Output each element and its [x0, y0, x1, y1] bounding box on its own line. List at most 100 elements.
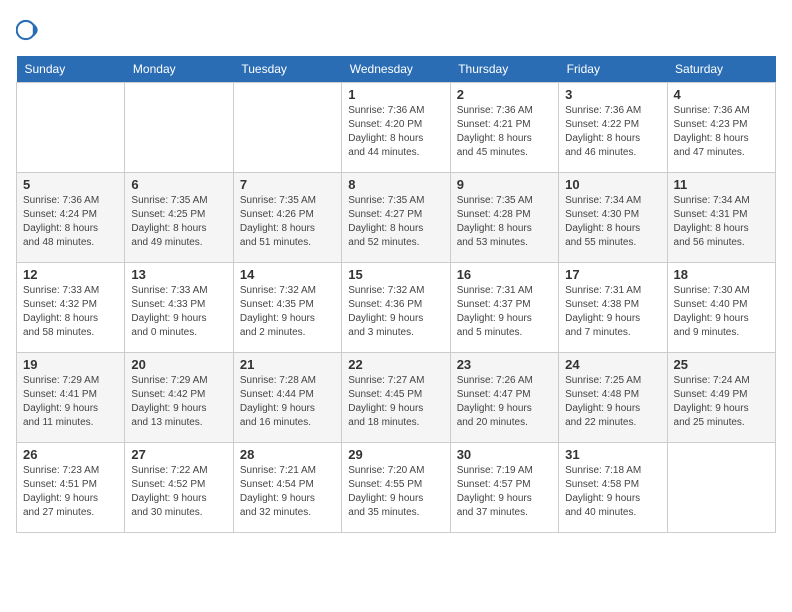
calendar-week-row: 19 Sunrise: 7:29 AM Sunset: 4:41 PM Dayli…: [17, 353, 776, 443]
day-detail: Sunrise: 7:21 AM Sunset: 4:54 PM Dayligh…: [240, 464, 335, 520]
day-detail: Sunrise: 7:34 AM Sunset: 4:31 PM Dayligh…: [674, 194, 769, 250]
calendar-day-cell: 15 Sunrise: 7:32 AM Sunset: 4:36 PM Dayli…: [342, 263, 450, 353]
calendar-day-cell: 30Sunrise: 7:19 AM Sunset: 4:57 PM Dayli…: [450, 443, 558, 533]
day-number: 27: [131, 447, 226, 462]
calendar-day-cell: 1Sunrise: 7:36 AM Sunset: 4:20 PM Daylig…: [342, 83, 450, 173]
day-number: 24: [565, 357, 660, 372]
calendar-week-row: 12 Sunrise: 7:33 AM Sunset: 4:32 PM Dayli…: [17, 263, 776, 353]
day-number: 16: [457, 267, 552, 282]
day-number: 31: [565, 447, 660, 462]
day-detail: Sunrise: 7:35 AM Sunset: 4:28 PM Dayligh…: [457, 194, 552, 250]
day-number: 12: [23, 267, 118, 282]
day-number: 20: [131, 357, 226, 372]
calendar-day-cell: 6 Sunrise: 7:35 AM Sunset: 4:25 PM Daylig…: [125, 173, 233, 263]
calendar-day-cell: 22 Sunrise: 7:27 AM Sunset: 4:45 PM Dayli…: [342, 353, 450, 443]
column-header-thursday: Thursday: [450, 56, 558, 83]
calendar-day-cell: 16 Sunrise: 7:31 AM Sunset: 4:37 PM Dayli…: [450, 263, 558, 353]
day-number: 19: [23, 357, 118, 372]
calendar-day-cell: 27Sunrise: 7:22 AM Sunset: 4:52 PM Dayli…: [125, 443, 233, 533]
day-number: 23: [457, 357, 552, 372]
calendar-day-cell: 7 Sunrise: 7:35 AM Sunset: 4:26 PM Daylig…: [233, 173, 341, 263]
calendar-day-cell: 21 Sunrise: 7:28 AM Sunset: 4:44 PM Dayli…: [233, 353, 341, 443]
calendar-day-cell: 10Sunrise: 7:34 AM Sunset: 4:30 PM Dayli…: [559, 173, 667, 263]
calendar-header-row: SundayMondayTuesdayWednesdayThursdayFrid…: [17, 56, 776, 83]
day-number: 1: [348, 87, 443, 102]
day-number: 4: [674, 87, 769, 102]
calendar-day-cell: 26Sunrise: 7:23 AM Sunset: 4:51 PM Dayli…: [17, 443, 125, 533]
day-number: 22: [348, 357, 443, 372]
day-detail: Sunrise: 7:27 AM Sunset: 4:45 PM Dayligh…: [348, 374, 443, 430]
day-number: 8: [348, 177, 443, 192]
day-number: 11: [674, 177, 769, 192]
calendar-day-cell: 2 Sunrise: 7:36 AM Sunset: 4:21 PM Daylig…: [450, 83, 558, 173]
logo: [16, 16, 48, 44]
day-number: 13: [131, 267, 226, 282]
day-detail: Sunrise: 7:32 AM Sunset: 4:35 PM Dayligh…: [240, 284, 335, 340]
day-number: 3: [565, 87, 660, 102]
day-detail: Sunrise: 7:36 AM Sunset: 4:22 PM Dayligh…: [565, 104, 660, 160]
day-number: 17: [565, 267, 660, 282]
empty-cell: [233, 83, 341, 173]
day-detail: Sunrise: 7:35 AM Sunset: 4:25 PM Dayligh…: [131, 194, 226, 250]
calendar-day-cell: 8 Sunrise: 7:35 AM Sunset: 4:27 PM Daylig…: [342, 173, 450, 263]
day-detail: Sunrise: 7:19 AM Sunset: 4:57 PM Dayligh…: [457, 464, 552, 520]
calendar-day-cell: 19 Sunrise: 7:29 AM Sunset: 4:41 PM Dayli…: [17, 353, 125, 443]
calendar-day-cell: 13 Sunrise: 7:33 AM Sunset: 4:33 PM Dayli…: [125, 263, 233, 353]
calendar-day-cell: 31 Sunrise: 7:18 AM Sunset: 4:58 PM Dayli…: [559, 443, 667, 533]
day-detail: Sunrise: 7:33 AM Sunset: 4:32 PM Dayligh…: [23, 284, 118, 340]
day-number: 7: [240, 177, 335, 192]
day-detail: Sunrise: 7:29 AM Sunset: 4:41 PM Dayligh…: [23, 374, 118, 430]
day-detail: Sunrise: 7:36 AM Sunset: 4:24 PM Dayligh…: [23, 194, 118, 250]
column-header-tuesday: Tuesday: [233, 56, 341, 83]
day-number: 29: [348, 447, 443, 462]
day-number: 9: [457, 177, 552, 192]
empty-cell: [17, 83, 125, 173]
calendar-day-cell: 24Sunrise: 7:25 AM Sunset: 4:48 PM Dayli…: [559, 353, 667, 443]
day-number: 26: [23, 447, 118, 462]
page-header: [16, 16, 776, 44]
calendar-day-cell: 23 Sunrise: 7:26 AM Sunset: 4:47 PM Dayli…: [450, 353, 558, 443]
day-detail: Sunrise: 7:24 AM Sunset: 4:49 PM Dayligh…: [674, 374, 769, 430]
calendar-week-row: 5Sunrise: 7:36 AM Sunset: 4:24 PM Daylig…: [17, 173, 776, 263]
calendar-day-cell: 9 Sunrise: 7:35 AM Sunset: 4:28 PM Daylig…: [450, 173, 558, 263]
column-header-friday: Friday: [559, 56, 667, 83]
day-detail: Sunrise: 7:35 AM Sunset: 4:26 PM Dayligh…: [240, 194, 335, 250]
day-number: 28: [240, 447, 335, 462]
calendar-day-cell: 17 Sunrise: 7:31 AM Sunset: 4:38 PM Dayli…: [559, 263, 667, 353]
day-detail: Sunrise: 7:26 AM Sunset: 4:47 PM Dayligh…: [457, 374, 552, 430]
day-number: 25: [674, 357, 769, 372]
calendar-day-cell: 3 Sunrise: 7:36 AM Sunset: 4:22 PM Daylig…: [559, 83, 667, 173]
calendar-day-cell: 4 Sunrise: 7:36 AM Sunset: 4:23 PM Daylig…: [667, 83, 775, 173]
column-header-monday: Monday: [125, 56, 233, 83]
empty-cell: [667, 443, 775, 533]
day-detail: Sunrise: 7:20 AM Sunset: 4:55 PM Dayligh…: [348, 464, 443, 520]
logo-icon: [16, 16, 44, 44]
calendar-table: SundayMondayTuesdayWednesdayThursdayFrid…: [16, 56, 776, 533]
day-detail: Sunrise: 7:18 AM Sunset: 4:58 PM Dayligh…: [565, 464, 660, 520]
day-detail: Sunrise: 7:36 AM Sunset: 4:21 PM Dayligh…: [457, 104, 552, 160]
day-number: 6: [131, 177, 226, 192]
day-detail: Sunrise: 7:30 AM Sunset: 4:40 PM Dayligh…: [674, 284, 769, 340]
day-number: 2: [457, 87, 552, 102]
day-detail: Sunrise: 7:34 AM Sunset: 4:30 PM Dayligh…: [565, 194, 660, 250]
empty-cell: [125, 83, 233, 173]
column-header-sunday: Sunday: [17, 56, 125, 83]
day-detail: Sunrise: 7:35 AM Sunset: 4:27 PM Dayligh…: [348, 194, 443, 250]
day-detail: Sunrise: 7:31 AM Sunset: 4:37 PM Dayligh…: [457, 284, 552, 340]
day-number: 15: [348, 267, 443, 282]
calendar-week-row: 26Sunrise: 7:23 AM Sunset: 4:51 PM Dayli…: [17, 443, 776, 533]
day-detail: Sunrise: 7:31 AM Sunset: 4:38 PM Dayligh…: [565, 284, 660, 340]
day-detail: Sunrise: 7:28 AM Sunset: 4:44 PM Dayligh…: [240, 374, 335, 430]
day-number: 14: [240, 267, 335, 282]
calendar-day-cell: 11 Sunrise: 7:34 AM Sunset: 4:31 PM Dayli…: [667, 173, 775, 263]
day-detail: Sunrise: 7:33 AM Sunset: 4:33 PM Dayligh…: [131, 284, 226, 340]
day-detail: Sunrise: 7:36 AM Sunset: 4:23 PM Dayligh…: [674, 104, 769, 160]
calendar-day-cell: 29 Sunrise: 7:20 AM Sunset: 4:55 PM Dayli…: [342, 443, 450, 533]
column-header-wednesday: Wednesday: [342, 56, 450, 83]
calendar-day-cell: 18 Sunrise: 7:30 AM Sunset: 4:40 PM Dayli…: [667, 263, 775, 353]
day-number: 21: [240, 357, 335, 372]
day-detail: Sunrise: 7:32 AM Sunset: 4:36 PM Dayligh…: [348, 284, 443, 340]
calendar-day-cell: 12 Sunrise: 7:33 AM Sunset: 4:32 PM Dayli…: [17, 263, 125, 353]
day-number: 18: [674, 267, 769, 282]
calendar-day-cell: 28 Sunrise: 7:21 AM Sunset: 4:54 PM Dayli…: [233, 443, 341, 533]
